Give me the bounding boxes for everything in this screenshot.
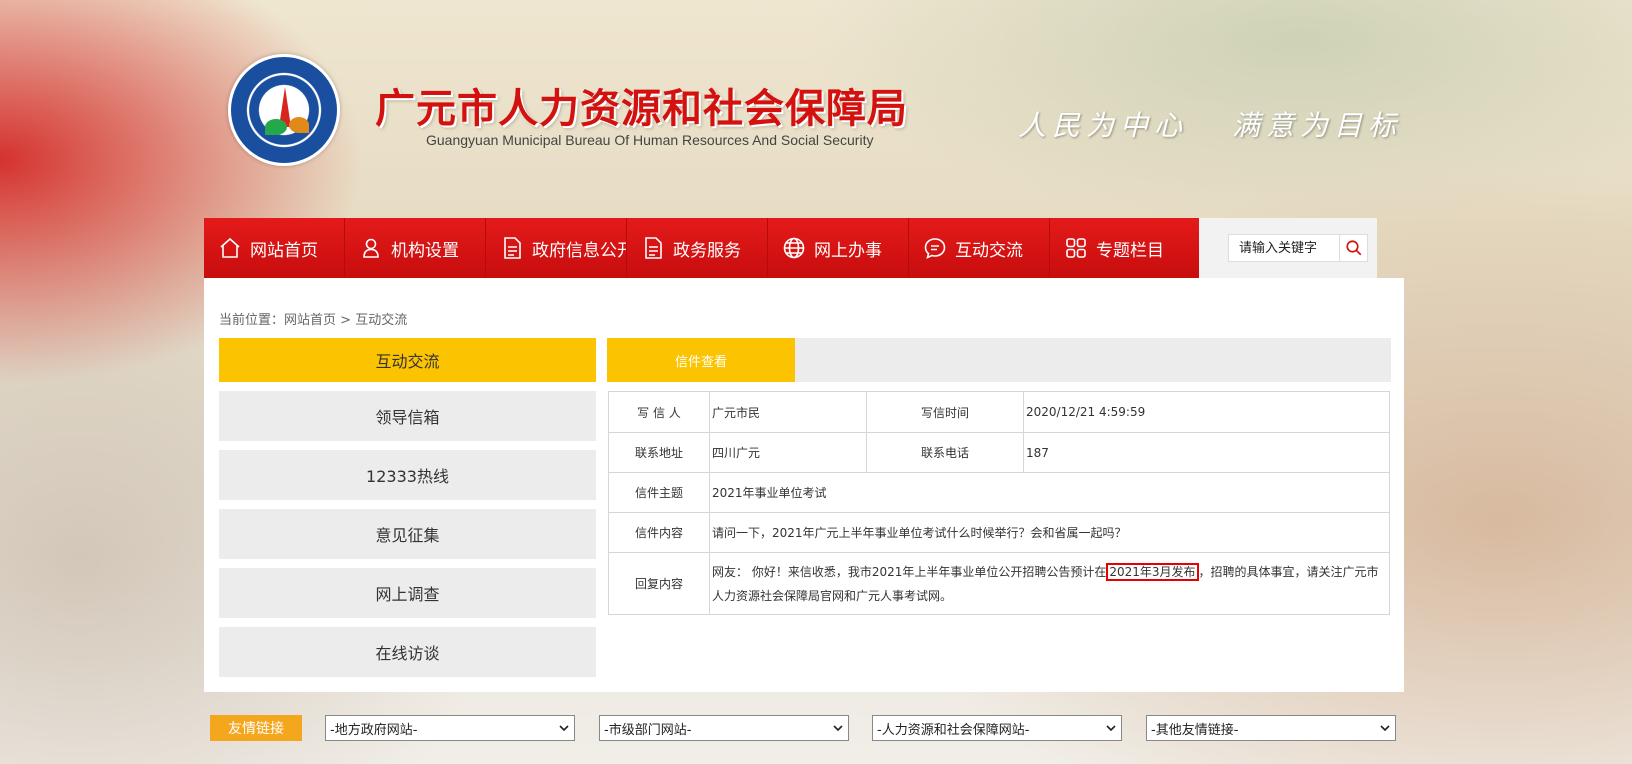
select-value: -地方政府网站- <box>330 722 418 738</box>
home-icon <box>220 237 240 258</box>
site-title: 广元市人力资源和社会保障局 <box>375 86 908 132</box>
table-row: 回复内容 网友： 你好！来信收悉，我市2021年上半年事业单位公开招聘公告预计在… <box>608 552 1390 615</box>
select-other-links[interactable]: -其他友情链接- <box>1146 715 1396 741</box>
nav-gov-services[interactable]: 政务服务 <box>627 218 768 278</box>
reply-text-before: 网友： 你好！来信收悉，我市2021年上半年事业单位公开招聘公告预计在 <box>712 564 1107 579</box>
breadcrumb-prefix: 当前位置： <box>219 313 285 328</box>
table-row: 联系地址 四川广元 联系电话 187 <box>608 432 1390 473</box>
search-button[interactable] <box>1340 234 1368 262</box>
person-icon <box>363 238 379 258</box>
table-row: 写 信 人 广元市民 写信时间 2020/12/21 4:59:59 <box>608 391 1390 433</box>
letter-detail-table: 写 信 人 广元市民 写信时间 2020/12/21 4:59:59 联系地址 … <box>608 391 1390 615</box>
chat-icon <box>924 238 946 259</box>
friend-links-label: 友情链接 <box>210 715 302 741</box>
nav-label: 互动交流 <box>955 240 1023 261</box>
table-row: 信件内容 请问一下，2021年广元上半年事业单位考试什么时候举行？会和省属一起吗… <box>608 512 1390 553</box>
breadcrumb-home-link[interactable]: 网站首页 <box>284 313 336 328</box>
slogan-part-2: 满意为目标 <box>1232 109 1403 142</box>
select-hr-social-security[interactable]: -人力资源和社会保障网站- <box>872 715 1122 741</box>
sidebar-item-leader-mailbox[interactable]: 领导信箱 <box>219 391 596 441</box>
bureau-logo[interactable] <box>228 54 340 166</box>
chevron-down-icon <box>1380 725 1390 732</box>
time-label: 写信时间 <box>866 391 1024 433</box>
nav-online-services[interactable]: 网上办事 <box>768 218 909 278</box>
tab-letter-view[interactable]: 信件查看 <box>607 338 795 382</box>
nav-label: 网站首页 <box>250 240 318 261</box>
subject-label: 信件主题 <box>608 472 710 513</box>
time-value: 2020/12/21 4:59:59 <box>1023 391 1390 433</box>
nav-organization[interactable]: 机构设置 <box>345 218 486 278</box>
address-label: 联系地址 <box>608 432 710 473</box>
sidebar-item-opinion-collection[interactable]: 意见征集 <box>219 509 596 559</box>
select-value: -其他友情链接- <box>1151 722 1239 738</box>
main-nav: 网站首页 机构设置 政府信息公开 政务服务 网上办事 互动交流 专题栏目 <box>204 218 1199 278</box>
nav-label: 专题栏目 <box>1096 240 1164 261</box>
document-icon <box>504 237 521 259</box>
table-row: 信件主题 2021年事业单位考试 <box>608 472 1390 513</box>
reply-label: 回复内容 <box>608 552 710 615</box>
nav-label: 政务服务 <box>673 240 741 261</box>
select-city-departments[interactable]: -市级部门网站- <box>599 715 849 741</box>
slogan: 人民为中心 满意为目标 <box>1018 104 1402 144</box>
search-box <box>1199 218 1377 278</box>
writer-value: 广元市民 <box>709 391 867 433</box>
subject-value: 2021年事业单位考试 <box>709 472 1390 513</box>
select-value: -市级部门网站- <box>604 722 692 738</box>
nav-label: 政府信息公开 <box>532 240 627 261</box>
nav-gov-info[interactable]: 政府信息公开 <box>486 218 627 278</box>
address-value: 四川广元 <box>709 432 867 473</box>
sidebar-item-online-interview[interactable]: 在线访谈 <box>219 627 596 677</box>
site-subtitle: Guangyuan Municipal Bureau Of Human Reso… <box>426 132 874 148</box>
nav-interaction[interactable]: 互动交流 <box>909 218 1050 278</box>
grid-icon <box>1066 238 1086 258</box>
content-label: 信件内容 <box>608 512 710 553</box>
sidebar-item-online-survey[interactable]: 网上调查 <box>219 568 596 618</box>
breadcrumb-current-link[interactable]: 互动交流 <box>355 313 407 328</box>
nav-label: 网上办事 <box>814 240 882 261</box>
reply-value: 网友： 你好！来信收悉，我市2021年上半年事业单位公开招聘公告预计在 2021年… <box>709 552 1390 615</box>
document-icon <box>645 237 662 259</box>
leaf-icon <box>265 119 287 135</box>
select-local-gov[interactable]: -地方政府网站- <box>325 715 575 741</box>
nav-label: 机构设置 <box>391 240 459 261</box>
search-input[interactable] <box>1228 234 1340 262</box>
globe-icon <box>783 237 805 259</box>
chevron-down-icon <box>833 725 843 732</box>
phone-value: 187 <box>1023 432 1390 473</box>
search-icon <box>1345 240 1361 256</box>
reply-highlight: 2021年3月发布 <box>1106 562 1199 581</box>
sidebar-heading: 互动交流 <box>219 338 596 382</box>
leaf-icon <box>289 117 309 133</box>
breadcrumb-separator: > <box>340 313 352 328</box>
nav-home[interactable]: 网站首页 <box>204 218 345 278</box>
chevron-down-icon <box>1106 725 1116 732</box>
writer-label: 写 信 人 <box>608 391 710 433</box>
breadcrumb: 当前位置：网站首页 > 互动交流 <box>219 309 407 328</box>
slogan-part-1: 人民为中心 <box>1018 109 1189 142</box>
nav-special-topics[interactable]: 专题栏目 <box>1050 218 1191 278</box>
content-value: 请问一下，2021年广元上半年事业单位考试什么时候举行？会和省属一起吗？ <box>709 512 1390 553</box>
phone-label: 联系电话 <box>866 432 1024 473</box>
select-value: -人力资源和社会保障网站- <box>877 722 1030 738</box>
chevron-down-icon <box>559 725 569 732</box>
sidebar-item-12333-hotline[interactable]: 12333热线 <box>219 450 596 500</box>
